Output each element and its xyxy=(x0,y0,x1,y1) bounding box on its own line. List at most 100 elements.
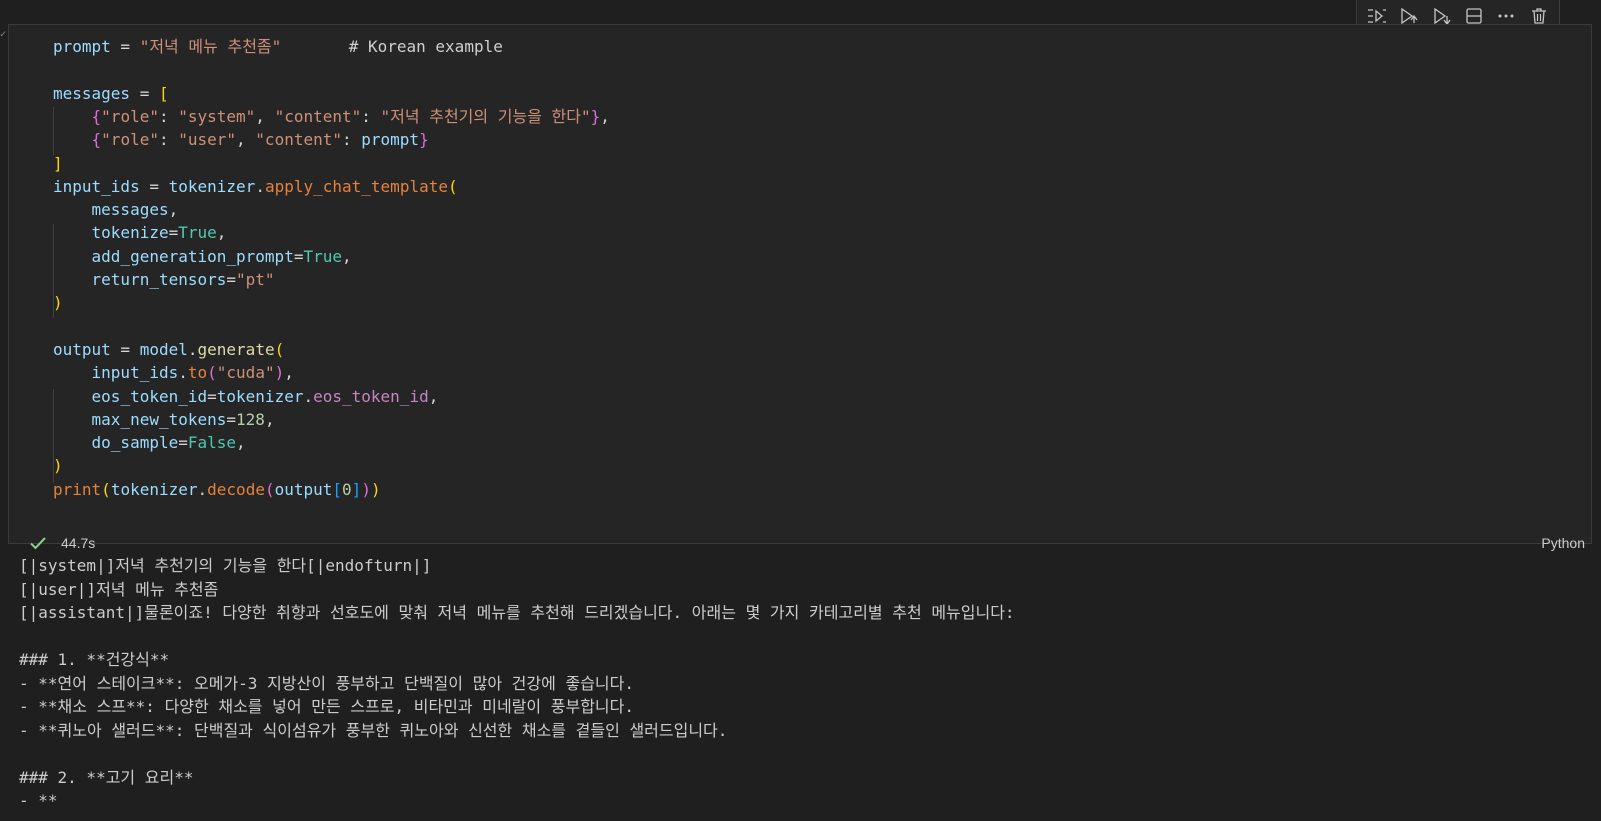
code-token: [ xyxy=(332,479,343,499)
code-token: , xyxy=(600,106,610,126)
code-token: output xyxy=(274,479,333,499)
code-token: , xyxy=(342,246,352,266)
code-line[interactable]: input_ids = tokenizer.apply_chat_templat… xyxy=(53,175,458,199)
cell-output: [|system|]저녁 추천기의 기능을 한다[|endofturn|] [|u… xyxy=(19,554,1589,813)
code-token: . xyxy=(178,363,188,383)
code-token: # Korean example xyxy=(348,37,503,56)
code-token: = xyxy=(178,433,188,453)
code-token: model xyxy=(139,339,188,359)
code-line[interactable]: tokenize=True, xyxy=(53,221,227,245)
code-line[interactable]: max_new_tokens=128, xyxy=(53,408,275,432)
code-token: False xyxy=(187,433,237,453)
code-token: decode xyxy=(207,479,265,499)
code-token: "user" xyxy=(178,130,237,150)
code-token: ( xyxy=(101,479,111,499)
code-token: "cuda" xyxy=(216,363,275,383)
code-line[interactable]: {"role": "user", "content": prompt} xyxy=(53,128,429,152)
code-token: input_ids xyxy=(53,176,140,196)
code-token: "content" xyxy=(255,130,342,150)
code-token: = xyxy=(110,339,140,359)
code-token: : xyxy=(158,106,179,126)
output-line: - **채소 스프**: 다양한 채소를 넣어 만든 스프로, 비타민과 미네랄… xyxy=(19,697,634,716)
code-line[interactable]: eos_token_id=tokenizer.eos_token_id, xyxy=(53,385,439,409)
code-line[interactable]: messages, xyxy=(53,198,179,222)
code-token: : xyxy=(342,130,362,150)
code-token: to xyxy=(187,363,208,383)
code-token: , xyxy=(284,363,294,383)
code-token: , xyxy=(236,433,246,453)
code-token: prompt xyxy=(53,37,111,56)
code-token: max_new_tokens xyxy=(91,409,227,429)
code-token: ) xyxy=(370,479,381,499)
output-line: [|assistant|]물론이죠! 다양한 취향과 선호도에 맞춰 저녁 메뉴… xyxy=(19,603,1015,622)
execution-time: 44.7s xyxy=(61,535,96,551)
cell-collapse-marker[interactable]: ✓ xyxy=(0,30,6,40)
code-token: do_sample xyxy=(91,433,179,453)
code-token: 128 xyxy=(236,409,265,429)
code-cell[interactable]: prompt = "저녁 메뉴 추천좀" # Korean example mes… xyxy=(8,24,1592,551)
code-token: = xyxy=(130,83,159,103)
code-token: ( xyxy=(447,176,458,196)
code-line[interactable]: ) xyxy=(53,291,63,315)
code-token: messages xyxy=(91,200,169,220)
code-token: ] xyxy=(53,153,63,173)
code-line[interactable]: return_tensors="pt" xyxy=(53,268,275,292)
code-token: eos_token_id xyxy=(313,386,429,406)
code-line[interactable]: messages = [ xyxy=(53,82,169,106)
output-line: [|user|]저녁 메뉴 추천좀 xyxy=(19,579,219,599)
output-line: - **퀴노아 샐러드**: 단백질과 식이섬유가 풍부한 퀴노아와 신선한 채… xyxy=(19,720,728,740)
code-line[interactable]: prompt = "저녁 메뉴 추천좀" # Korean example xyxy=(53,35,503,59)
code-line[interactable]: input_ids.to("cuda"), xyxy=(53,361,294,385)
code-token: ) xyxy=(53,293,63,313)
code-token: tokenize xyxy=(91,223,169,243)
code-token: tokenizer xyxy=(216,386,304,406)
code-token: = xyxy=(226,270,237,289)
code-token: , xyxy=(255,106,275,126)
code-token: , xyxy=(236,130,256,150)
code-line[interactable]: print(tokenizer.decode(output[0])) xyxy=(53,478,381,502)
code-token: print xyxy=(53,479,102,499)
code-token: tokenizer xyxy=(168,176,256,196)
code-token: } xyxy=(419,130,429,150)
code-token: eos_token_id xyxy=(91,386,208,406)
code-editor[interactable]: prompt = "저녁 메뉴 추천좀" # Korean example mes… xyxy=(9,35,1591,525)
code-line[interactable]: add_generation_prompt=True, xyxy=(53,245,352,269)
output-line: ### 2. **고기 요리** xyxy=(19,767,194,787)
code-line[interactable]: ] xyxy=(53,152,63,176)
code-token: ( xyxy=(207,363,217,383)
code-token: { xyxy=(91,130,102,150)
code-token: { xyxy=(91,106,102,126)
code-token: output xyxy=(53,339,111,359)
code-token: , xyxy=(428,386,439,406)
code-token: ( xyxy=(274,339,285,359)
code-line[interactable]: do_sample=False, xyxy=(53,431,246,455)
code-token: "role" xyxy=(101,106,159,126)
code-token: apply_chat_template xyxy=(264,176,448,196)
check-icon xyxy=(30,537,46,550)
code-token: "pt" xyxy=(236,270,275,289)
code-token: ( xyxy=(264,479,275,499)
code-line[interactable]: {"role": "system", "content": "저녁 추천기의 기… xyxy=(53,105,610,129)
output-line: [|system|]저녁 추천기의 기능을 한다[|endofturn|] xyxy=(19,556,432,575)
code-line[interactable]: ) xyxy=(53,454,63,478)
code-line[interactable]: output = model.generate( xyxy=(53,338,284,362)
language-label[interactable]: Python xyxy=(1541,531,1585,555)
code-token: add_generation_prompt xyxy=(91,246,294,266)
code-token: "content" xyxy=(274,106,362,126)
code-token: = xyxy=(110,37,140,56)
code-token: "role" xyxy=(101,130,159,150)
code-token: . xyxy=(187,339,198,359)
code-token: , xyxy=(264,409,275,429)
code-token: prompt xyxy=(361,130,420,150)
code-token: = xyxy=(139,176,169,196)
code-token: tokenizer xyxy=(110,479,198,499)
code-token: ) xyxy=(361,479,371,499)
code-token: "system" xyxy=(178,106,256,126)
